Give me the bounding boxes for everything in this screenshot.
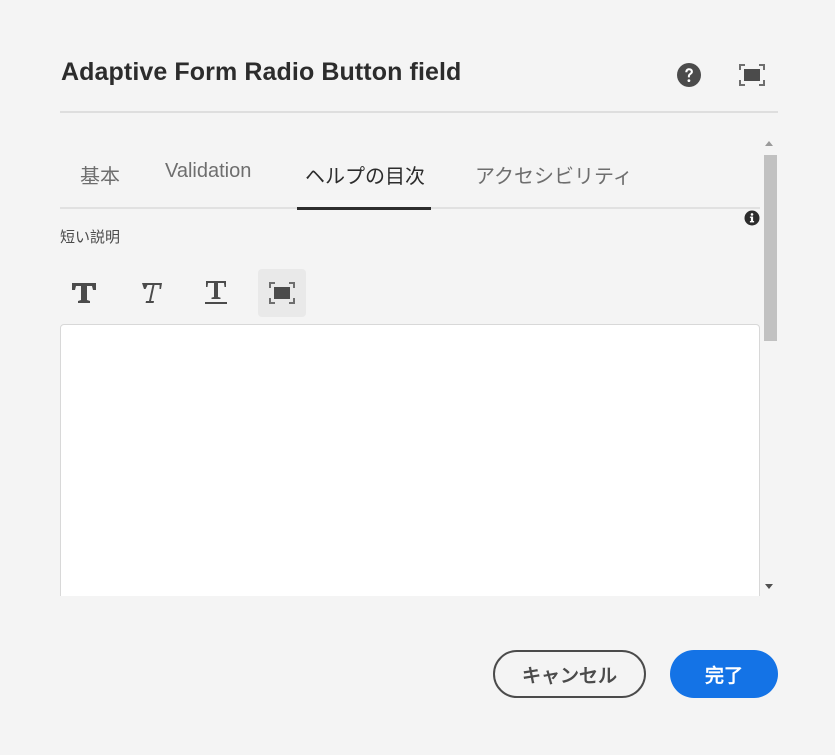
cancel-button[interactable]: キャンセル (493, 650, 646, 698)
tab-validation[interactable]: Validation (165, 160, 251, 210)
rich-text-toolbar (60, 269, 360, 317)
underline-button[interactable] (192, 269, 240, 317)
fullscreen-icon (269, 282, 295, 304)
tab-list: 基本 Validation ヘルプの目次 アクセシビリティ (60, 138, 760, 210)
dialog-title: Adaptive Form Radio Button field (61, 58, 462, 86)
dialog-content: 基本 Validation ヘルプの目次 アクセシビリティ 短い説明 (60, 138, 778, 596)
dialog: Adaptive Form Radio Button field 基本 Vali… (0, 0, 835, 755)
done-button[interactable]: 完了 (670, 650, 778, 698)
short-description-editor[interactable] (60, 324, 760, 596)
fullscreen-button[interactable] (737, 60, 767, 90)
scroll-up-icon[interactable] (765, 141, 773, 146)
header-divider (60, 111, 778, 113)
tab-accessibility[interactable]: アクセシビリティ (475, 160, 633, 210)
bold-icon (72, 283, 96, 303)
tab-basic[interactable]: 基本 (80, 160, 120, 210)
italic-icon (142, 283, 162, 303)
tab-help-content[interactable]: ヘルプの目次 (305, 160, 425, 210)
bold-button[interactable] (60, 269, 108, 317)
scroll-down-icon[interactable] (765, 584, 773, 589)
italic-button[interactable] (126, 269, 174, 317)
scrollbar-thumb[interactable] (764, 155, 777, 341)
content-scrollbar[interactable] (761, 138, 778, 596)
help-button[interactable] (674, 60, 704, 90)
active-tab-indicator (297, 207, 431, 210)
underline-icon (205, 281, 227, 304)
info-icon[interactable] (744, 210, 760, 226)
fullscreen-editor-button[interactable] (258, 269, 306, 317)
short-description-label: 短い説明 (60, 229, 121, 246)
fullscreen-icon (739, 64, 765, 86)
help-icon (677, 63, 701, 87)
